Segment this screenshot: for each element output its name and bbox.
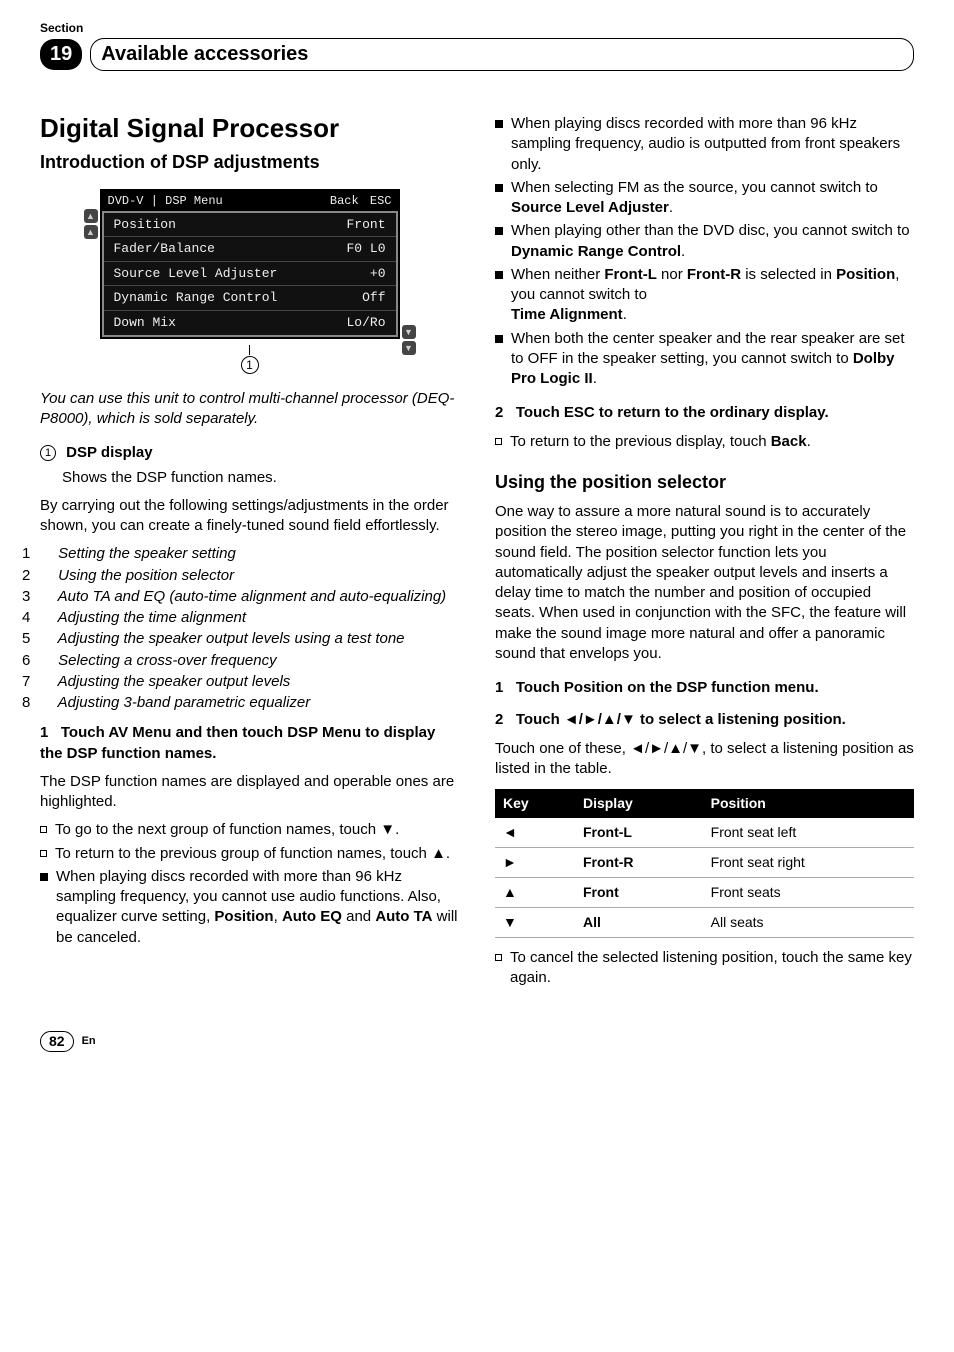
menu-scroll-right: ▼ ▼ [402,325,416,355]
arrow-keys-icon: ◄/►/▲/▼ [564,711,636,728]
menu-row-label: Dynamic Range Control [114,289,278,307]
bullet-icon [495,271,503,279]
bullet-prev-group: To return to the previous group of funct… [40,844,459,864]
page-footer: 82 En [40,1031,914,1052]
bullet-icon [40,873,48,881]
list-item: 5 Adjusting the speaker output levels us… [40,629,459,649]
list-item: 3 Auto TA and EQ (auto-time alignment an… [40,587,459,607]
position-table: Key Display Position ◄ Front-L Front sea… [495,789,914,937]
menu-row-position[interactable]: Position Front [104,213,396,238]
table-header-position: Position [703,789,914,818]
menu-row-fader[interactable]: Fader/Balance F0 L0 [104,237,396,262]
menu-row-label: Position [114,216,176,234]
menu-row-label: Fader/Balance [114,240,215,258]
menu-row-label: Down Mix [114,314,176,332]
table-row: ► Front-R Front seat right [495,848,914,878]
menu-row-value: F0 L0 [346,240,385,258]
settings-order-list: 1 Setting the speaker setting 2 Using th… [40,544,459,713]
pos-step2-body: Touch one of these, ◄/►/▲/▼, to select a… [495,739,914,780]
dsp-display-desc: Shows the DSP function names. [62,468,459,488]
bullet-icon [495,954,502,961]
menu-row-value: Front [346,216,385,234]
left-column: Digital Signal Processor Introduction of… [40,111,459,991]
list-item: 8 Adjusting 3-band parametric equalizer [40,693,459,713]
bullet-icon [40,826,47,833]
esc-heading: 2 Touch ESC to return to the ordinary di… [495,403,914,423]
table-row: ◄ Front-L Front seat left [495,818,914,847]
scroll-down-icon: ▼ [402,325,416,339]
menu-row-sla[interactable]: Source Level Adjuster +0 [104,262,396,287]
bullet-96khz-audio: When playing discs recorded with more th… [40,867,459,948]
carry-out-para: By carrying out the following settings/a… [40,496,459,537]
down-arrow-icon: ▼ [380,821,395,838]
bullet-cancel-position: To cancel the selected listening positio… [495,948,914,989]
key-up-icon: ▲ [495,877,575,907]
bullet-non-dvd-drc: When playing other than the DVD disc, yo… [495,221,914,262]
bullet-icon [495,227,503,235]
bullet-icon [40,850,47,857]
list-item: 2 Using the position selector [40,566,459,586]
step1-heading: 1 Touch AV Menu and then touch DSP Menu … [40,723,459,764]
list-item: 1 Setting the speaker setting [40,544,459,564]
dsp-display-line: 1 DSP display [40,443,459,463]
section-number-badge: 19 [40,39,82,70]
scroll-down-bottom-icon: ▼ [402,341,416,355]
up-arrow-icon: ▲ [431,845,446,862]
list-item: 7 Adjusting the speaker output levels [40,672,459,692]
dsp-menu-screenshot: ▲ ▲ DVD-V | DSP Menu Back ESC PositionFr… [100,189,400,375]
key-right-icon: ► [495,848,575,878]
bullet-front-position: When neither Front-L nor Front-R is sele… [495,265,914,326]
table-header-key: Key [495,789,575,818]
list-item: 6 Selecting a cross-over frequency [40,651,459,671]
menu-back-button[interactable]: Back [330,194,359,208]
page-number: 82 [40,1031,74,1052]
pos-step1: 1 Touch Position on the DSP function men… [495,678,914,698]
section-label: Section [40,20,914,36]
right-column: When playing discs recorded with more th… [495,111,914,991]
menu-row-drc[interactable]: Dynamic Range Control Off [104,286,396,311]
menu-esc-button[interactable]: ESC [370,194,392,208]
language-label: En [82,1034,96,1049]
section-header: 19 Available accessories [40,38,914,71]
key-down-icon: ▼ [495,907,575,937]
intro-italic: You can use this unit to control multi-c… [40,389,459,430]
bullet-icon [495,184,503,192]
step1-body: The DSP function names are displayed and… [40,772,459,813]
menu-row-value: Lo/Ro [346,314,385,332]
menu-row-value: +0 [370,265,386,283]
bullet-icon [495,335,503,343]
table-row: ▲ Front Front seats [495,877,914,907]
callout-ref-1-icon: 1 [40,445,56,461]
main-title: Digital Signal Processor [40,111,459,146]
menu-source: DVD-V [108,194,144,208]
callout-1: 1 [241,356,259,374]
bullet-icon [495,120,503,128]
menu-scroll-left: ▲ ▲ [84,209,98,239]
list-item: 4 Adjusting the time alignment [40,608,459,628]
bullet-next-group: To go to the next group of function name… [40,820,459,840]
table-row: ▼ All All seats [495,907,914,937]
section-title-pill: Available accessories [90,38,914,71]
pos-step2: 2 Touch ◄/►/▲/▼ to select a listening po… [495,710,914,730]
key-left-icon: ◄ [495,818,575,847]
menu-title: DSP Menu [165,194,223,208]
position-selector-para: One way to assure a more natural sound i… [495,502,914,664]
menu-row-downmix[interactable]: Down Mix Lo/Ro [104,311,396,335]
table-header-display: Display [575,789,703,818]
position-selector-heading: Using the position selector [495,470,914,494]
scroll-up-icon: ▲ [84,225,98,239]
scroll-up-top-icon: ▲ [84,209,98,223]
menu-row-label: Source Level Adjuster [114,265,278,283]
bullet-96khz-front: When playing discs recorded with more th… [495,114,914,175]
bullet-dolby: When both the center speaker and the rea… [495,329,914,390]
dsp-display-label: DSP display [66,444,152,461]
bullet-fm-sla: When selecting FM as the source, you can… [495,178,914,219]
bullet-icon [495,438,502,445]
bullet-back: To return to the previous display, touch… [495,432,914,452]
menu-row-value: Off [362,289,385,307]
sub-title: Introduction of DSP adjustments [40,150,459,174]
